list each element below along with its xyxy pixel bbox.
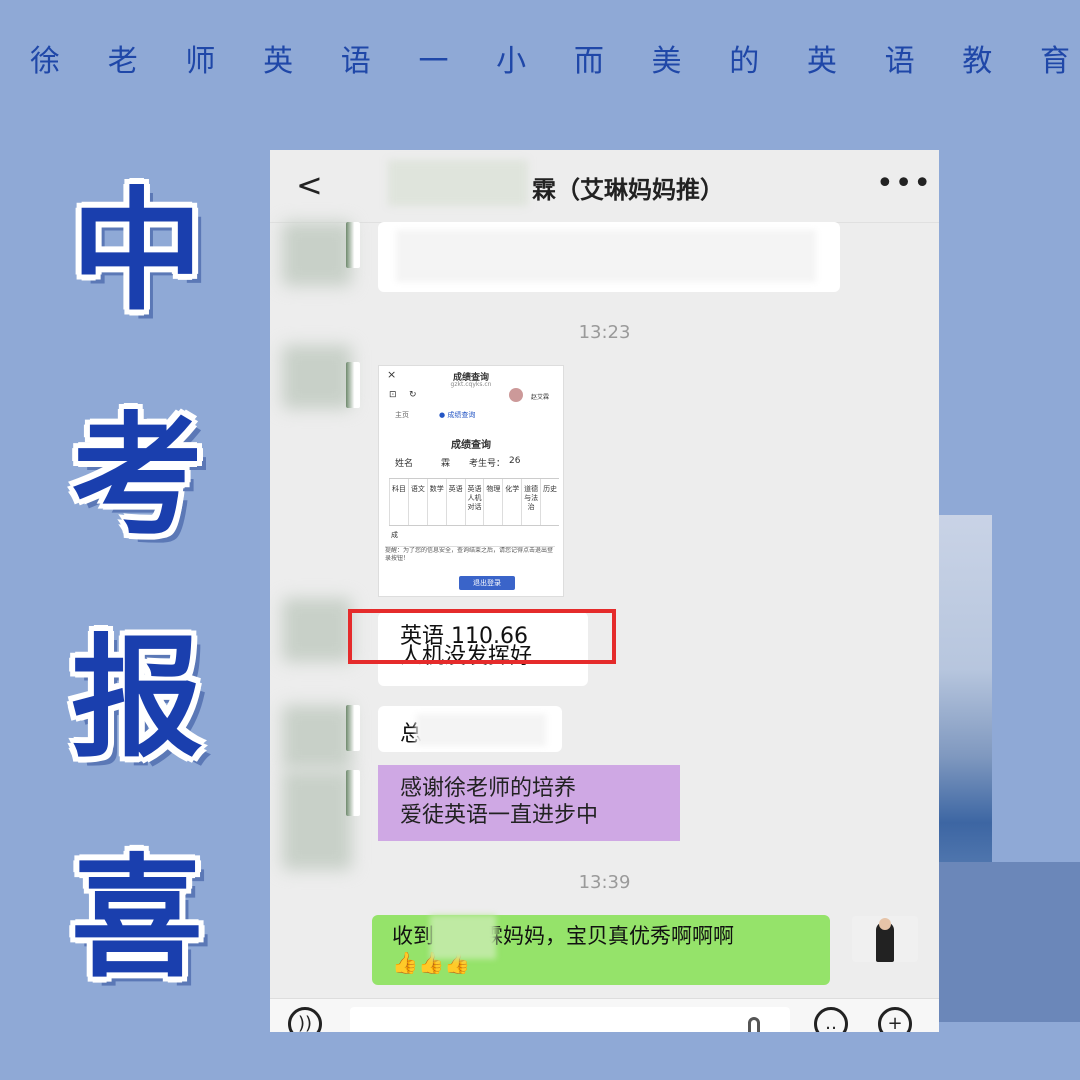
slogan-char: 而 bbox=[573, 44, 604, 79]
slogan-char: 老 bbox=[107, 44, 138, 79]
slogan-char: 语 bbox=[884, 44, 915, 79]
refresh-icon: ↻ bbox=[409, 390, 417, 400]
thanks-line: 感谢徐老师的培养 bbox=[400, 776, 577, 801]
avatar[interactable] bbox=[282, 770, 352, 870]
logout-button: 退出登录 bbox=[459, 576, 515, 590]
chat-header: < 霖（艾琳妈妈推） ••• bbox=[270, 150, 939, 223]
blurred-name bbox=[388, 160, 528, 206]
table-header-cell: 英语 bbox=[445, 479, 465, 525]
table-row-label: 成 bbox=[391, 531, 398, 539]
slogan-char: 育 bbox=[1039, 44, 1070, 79]
slogan-char: 一 bbox=[418, 44, 449, 79]
avatar bbox=[346, 362, 360, 408]
avatar bbox=[346, 705, 360, 751]
mic-icon[interactable] bbox=[748, 1017, 760, 1032]
big-title-char: 中 bbox=[71, 174, 203, 329]
image-name-value: 霖 bbox=[441, 459, 451, 469]
slogan-char: 的 bbox=[729, 44, 760, 79]
reply-text-start: 收到 bbox=[392, 924, 434, 948]
score-table: 科目 语文 数学 英语 英语人机对话 物理 化学 道德与法治 历史 bbox=[389, 478, 559, 526]
highlight-box bbox=[348, 609, 616, 664]
message-bubble: 总 bbox=[378, 706, 562, 752]
user-avatar bbox=[509, 388, 523, 402]
table-header-cell: 物理 bbox=[483, 479, 502, 525]
voice-icon[interactable]: )) bbox=[288, 1007, 322, 1032]
image-exam-no-label: 考生号： bbox=[469, 459, 506, 469]
image-tab-home: 主页 bbox=[395, 411, 409, 419]
plus-icon[interactable]: + bbox=[878, 1007, 912, 1032]
slogan-char: 语 bbox=[340, 44, 371, 79]
close-icon: × bbox=[387, 368, 397, 381]
slogan-char: 英 bbox=[263, 44, 294, 79]
table-header-cell: 英语人机对话 bbox=[464, 479, 484, 525]
table-header-cell: 科目 bbox=[389, 479, 408, 525]
slogan-char: 英 bbox=[806, 44, 837, 79]
table-header-cell: 历史 bbox=[540, 479, 559, 525]
big-title-char: 报 bbox=[71, 621, 203, 776]
thanks-line: 爱徒英语一直进步中 bbox=[400, 803, 599, 828]
big-title-char: 喜 bbox=[71, 841, 203, 996]
slogan-char: 徐 bbox=[30, 44, 60, 79]
window-icon: ⊡ bbox=[389, 390, 397, 400]
image-tab-query: ● 成绩查询 bbox=[439, 411, 476, 419]
more-icon[interactable]: ••• bbox=[876, 166, 932, 201]
reply-text: 霖妈妈，宝贝真优秀啊啊啊 bbox=[482, 924, 734, 948]
message-input[interactable] bbox=[350, 1007, 790, 1032]
thanks-message: 感谢徐老师的培养 爱徒英语一直进步中 bbox=[378, 765, 680, 841]
slogan: 徐 老 师 英 语 一 小 而 美 的 英 语 教 育 bbox=[30, 36, 1070, 80]
avatar bbox=[346, 770, 360, 816]
image-url: gzkt.cqyks.cn bbox=[450, 381, 492, 388]
slogan-char: 美 bbox=[651, 44, 682, 79]
chevron-left-icon[interactable]: < bbox=[296, 166, 323, 204]
timestamp: 13:39 bbox=[578, 872, 631, 893]
chat-title: 霖（艾琳妈妈推） bbox=[532, 176, 724, 204]
score-query-image[interactable]: 成绩查询 gzkt.cqyks.cn × ⊡ ↻ 赵艾霖 主页 ● 成绩查询 成… bbox=[378, 365, 564, 597]
avatar[interactable] bbox=[282, 345, 352, 409]
input-bar: )) ‥ + bbox=[270, 998, 939, 1032]
slogan-char: 师 bbox=[185, 44, 216, 79]
image-user: 赵艾霖 bbox=[531, 394, 550, 401]
image-notice: 提醒：为了您的信息安全，查询结束之后，请您记得点击退出登录按钮！ bbox=[385, 546, 555, 573]
table-header-cell: 化学 bbox=[502, 479, 521, 525]
avatar[interactable] bbox=[852, 916, 918, 962]
table-header-cell: 道德与法治 bbox=[521, 479, 540, 525]
background-block bbox=[930, 862, 1080, 1022]
emoji-icon[interactable]: ‥ bbox=[814, 1007, 848, 1032]
image-name-label: 姓名 bbox=[395, 459, 414, 469]
avatar[interactable] bbox=[282, 222, 352, 286]
big-title-char: 考 bbox=[71, 399, 203, 554]
table-header-cell: 数学 bbox=[426, 479, 446, 525]
avatar[interactable] bbox=[282, 705, 352, 769]
image-exam-no-value: 26 bbox=[509, 456, 521, 466]
slogan-char: 教 bbox=[962, 44, 993, 79]
timestamp: 13:23 bbox=[578, 322, 631, 343]
message-bubble bbox=[378, 222, 840, 292]
image-heading: 成绩查询 bbox=[451, 440, 491, 451]
blurred-name bbox=[430, 915, 496, 959]
avatar bbox=[346, 222, 360, 268]
chat-screenshot: < 霖（艾琳妈妈推） ••• 13:23 成绩查询 gzkt.cqyks.cn … bbox=[270, 150, 939, 1032]
slogan-char: 小 bbox=[496, 44, 527, 79]
avatar[interactable] bbox=[282, 598, 352, 662]
table-header-cell: 语文 bbox=[407, 479, 427, 525]
